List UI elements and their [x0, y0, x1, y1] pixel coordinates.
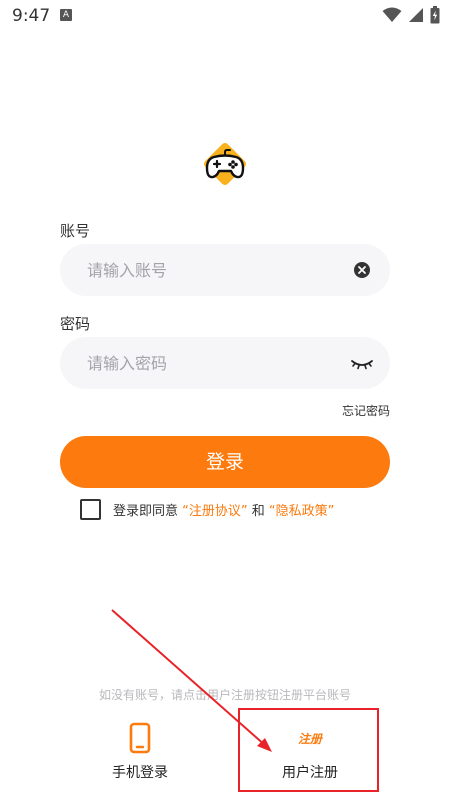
account-field-wrap [60, 244, 390, 296]
agreement-prefix: 登录即同意 [113, 504, 183, 519]
phone-icon [129, 722, 151, 754]
agreement-conjunction: 和 [247, 504, 269, 519]
account-label: 账号 [60, 222, 91, 240]
password-field-wrap [60, 337, 390, 389]
forgot-password-link[interactable]: 忘记密码 [342, 402, 390, 419]
register-hint: 如没有账号，请点击用户注册按钮注册平台账号 [98, 688, 351, 702]
annotation-arrow [111, 609, 272, 752]
wifi-icon [382, 7, 402, 22]
login-button[interactable]: 登录 [60, 436, 390, 488]
battery-icon [430, 6, 440, 24]
user-register-label: 用户注册 [282, 765, 338, 781]
eye-closed-icon[interactable] [350, 353, 374, 373]
gamepad-icon [204, 143, 246, 185]
password-input[interactable] [60, 337, 340, 389]
agreement-row: 登录即同意 “注册协议” 和 “隐私政策” [80, 499, 334, 520]
signal-icon [409, 8, 423, 22]
register-badge-icon: 注册 [297, 732, 322, 746]
password-label: 密码 [60, 315, 91, 333]
phone-login-label: 手机登录 [112, 765, 168, 781]
terms-link[interactable]: “注册协议” [182, 504, 247, 519]
clear-icon[interactable] [352, 260, 372, 280]
agreement-text: 登录即同意 “注册协议” 和 “隐私政策” [113, 500, 334, 519]
phone-login-button[interactable]: 手机登录 [80, 722, 200, 782]
account-input[interactable] [60, 244, 340, 296]
status-time: 9:47 [12, 6, 51, 26]
status-icons [382, 6, 440, 24]
status-bar: 9:47 A [0, 0, 450, 32]
privacy-link[interactable]: “隐私政策” [269, 504, 334, 519]
agreement-checkbox[interactable] [80, 499, 101, 520]
user-register-button[interactable]: 注册 用户注册 [250, 722, 370, 782]
notification-icon: A [60, 9, 72, 21]
